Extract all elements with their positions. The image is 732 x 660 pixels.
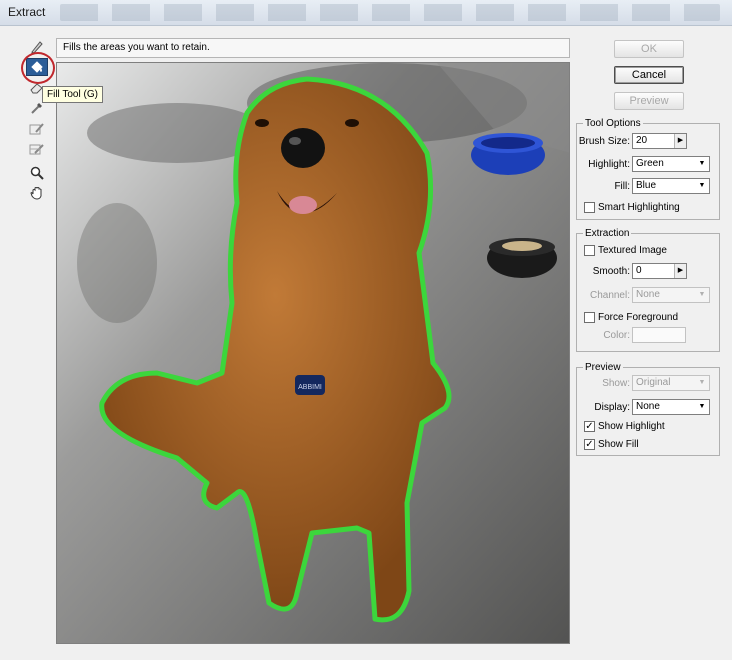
display-label: Display: — [594, 402, 630, 413]
chevron-down-icon: ▼ — [698, 379, 706, 386]
highlight-select[interactable]: Green ▼ — [632, 156, 710, 172]
display-select[interactable]: None ▼ — [632, 399, 710, 415]
smooth-value: 0 — [636, 265, 642, 276]
smart-highlighting-label: Smart Highlighting — [598, 202, 680, 213]
show-label: Show: — [602, 378, 630, 389]
smooth-label: Smooth: — [592, 266, 630, 277]
color-label: Color: — [603, 330, 630, 341]
tool-palette — [22, 38, 52, 208]
show-fill-checkbox[interactable]: ✓ — [584, 439, 595, 450]
chevron-down-icon: ▼ — [698, 182, 706, 189]
channel-select[interactable]: None ▼ — [632, 287, 710, 303]
brush-size-input[interactable]: 20 ▶ — [632, 133, 687, 149]
fill-value: Blue — [636, 180, 657, 191]
display-value: None — [636, 401, 660, 412]
smooth-input[interactable]: 0 ▶ — [632, 263, 687, 279]
show-highlight-label: Show Highlight — [598, 421, 665, 432]
brush-size-slider-arrow-icon[interactable]: ▶ — [674, 134, 686, 148]
highlight-value: Green — [636, 158, 664, 169]
force-foreground-checkbox[interactable] — [584, 312, 595, 323]
tool-options-legend: Tool Options — [585, 118, 641, 129]
hand-tool-icon[interactable] — [26, 184, 48, 202]
show-highlight-checkbox[interactable]: ✓ — [584, 421, 595, 432]
color-swatch[interactable] — [632, 327, 686, 343]
smooth-slider-arrow-icon[interactable]: ▶ — [674, 264, 686, 278]
brush-size-value: 20 — [636, 135, 648, 146]
dog-photo: ABBIMI — [57, 63, 569, 643]
smart-highlighting-checkbox[interactable] — [584, 202, 595, 213]
channel-label: Channel: — [589, 290, 630, 301]
show-value: Original — [636, 377, 671, 388]
ok-button[interactable]: OK — [614, 40, 684, 58]
tool-tooltip: Fill Tool (G) — [42, 86, 103, 103]
background-menubar — [60, 4, 720, 21]
chevron-down-icon: ▼ — [698, 160, 706, 167]
force-foreground-label: Force Foreground — [598, 312, 679, 323]
brush-size-label: Brush Size: — [578, 136, 630, 147]
cancel-button[interactable]: Cancel — [614, 66, 684, 84]
chevron-down-icon: ▼ — [698, 403, 706, 410]
channel-value: None — [636, 289, 660, 300]
title-bar: Extract — [0, 0, 732, 26]
show-select[interactable]: Original ▼ — [632, 375, 710, 391]
textured-image-label: Textured Image — [598, 245, 667, 256]
preview-legend: Preview — [585, 362, 621, 373]
edge-touchup-tool-icon[interactable] — [26, 140, 48, 158]
fill-tool-icon[interactable] — [26, 58, 48, 76]
fill-select[interactable]: Blue ▼ — [632, 178, 710, 194]
show-fill-label: Show Fill — [598, 439, 639, 450]
textured-image-checkbox[interactable] — [584, 245, 595, 256]
extraction-legend: Extraction — [585, 228, 630, 239]
highlight-label: Highlight: — [588, 159, 630, 170]
window-title: Extract — [8, 5, 46, 19]
zoom-tool-icon[interactable] — [26, 164, 48, 182]
preview-canvas[interactable]: ABBIMI — [56, 62, 570, 644]
collar-tag-text: ABBIMI — [298, 384, 322, 391]
preview-button[interactable]: Preview — [614, 92, 684, 110]
cleanup-tool-icon[interactable] — [26, 120, 48, 138]
tool-hint-text: Fills the areas you want to retain. — [56, 38, 570, 58]
fill-label: Fill: — [614, 181, 630, 192]
chevron-down-icon: ▼ — [698, 291, 706, 298]
edge-highlighter-tool-icon[interactable] — [26, 38, 48, 56]
